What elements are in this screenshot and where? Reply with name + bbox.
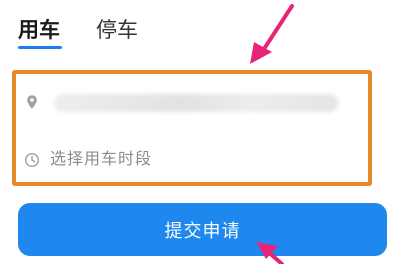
blurred-destination-value: [54, 94, 338, 112]
time-slot-placeholder: 选择用车时段: [50, 149, 153, 168]
submit-application-button[interactable]: 提交申请: [18, 203, 387, 256]
application-form-card: 选择用车时段: [12, 70, 372, 186]
destination-field[interactable]: [16, 82, 368, 122]
time-slot-field[interactable]: 选择用车时段: [16, 140, 368, 180]
active-tab-indicator: [18, 46, 62, 49]
clock-icon: [24, 152, 40, 168]
location-pin-icon: [27, 95, 37, 109]
tab-bar: 用车 停车: [0, 0, 400, 56]
tab-parking[interactable]: 停车: [96, 15, 138, 45]
tab-use-car[interactable]: 用车: [18, 15, 60, 45]
